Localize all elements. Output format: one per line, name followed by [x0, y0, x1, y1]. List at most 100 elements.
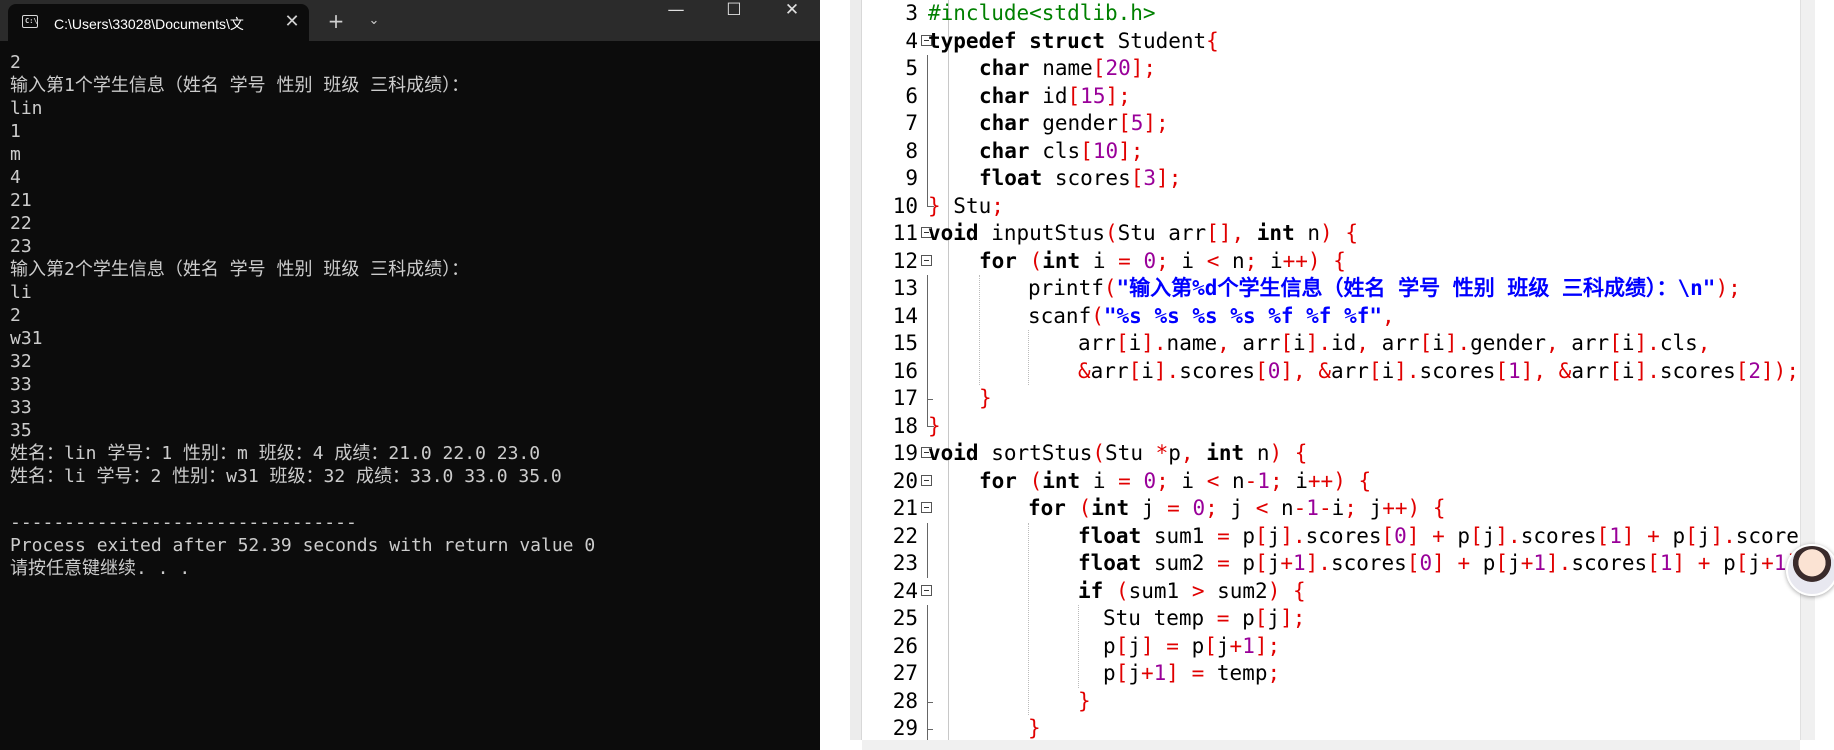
code-token: & [1558, 358, 1572, 383]
code-token: } [1028, 716, 1041, 740]
fold-collapse-icon[interactable] [921, 474, 932, 486]
code-token: float [1078, 551, 1142, 575]
code-area[interactable]: 3 #include<stdlib.h> 4 typedef struct Stude… [820, 0, 1812, 743]
code-line[interactable]: 28} [820, 687, 1800, 715]
code-line[interactable]: 12 for (int i = 0; i < n; i++) { [820, 248, 1800, 276]
code-line[interactable]: 15 arr[i].name, arr[i].id, arr[i].gender,… [820, 330, 1800, 358]
line-number: 4 [905, 28, 918, 53]
code-line[interactable]: 23 float sum2 = p[j+1].scores[0] + p[j+1]… [820, 550, 1800, 578]
code-token: "%s %s %s %s %f %f %f" [1103, 303, 1383, 328]
code-text: } Stu; [928, 193, 1004, 221]
terminal-titlebar[interactable]: C:\ C:\Users\33028\Documents\文 ✕ + ⌄ — ☐… [0, 0, 820, 41]
code-token: = [1167, 496, 1180, 520]
code-token: gender [1470, 331, 1546, 355]
code-text: if (sum1 > sum2) { [1078, 578, 1306, 606]
code-token: ]; [1156, 166, 1182, 190]
code-token: [ [1495, 551, 1509, 575]
code-text: char gender[5]; [979, 110, 1169, 138]
code-line[interactable]: 18} [820, 412, 1800, 441]
code-line[interactable]: 13 printf("输入第%d个学生信息（姓名 学号 性别 班级 三科成绩）：\… [820, 275, 1800, 303]
fold-collapse-icon[interactable] [921, 502, 932, 513]
code-line[interactable]: 21 for (int j = 0; j < n-1-i; j++) { [820, 495, 1800, 523]
code-line[interactable]: 5 char name[20]; [820, 55, 1800, 83]
code-line[interactable]: 24 if (sum1 > sum2) { [820, 578, 1800, 606]
terminal-tab[interactable]: C:\ C:\Users\33028\Documents\文 ✕ [8, 4, 309, 41]
code-text: printf("输入第%d个学生信息（姓名 学号 性别 班级 三科成绩）：\n"… [1028, 275, 1741, 303]
code-line[interactable]: 17} [820, 385, 1800, 413]
code-token: [ [1092, 56, 1106, 80]
terminal-output-line: 33 [10, 397, 32, 418]
code-token: , [1356, 331, 1369, 355]
code-token: ]); [1761, 358, 1799, 383]
assistant-avatar[interactable] [1786, 544, 1834, 596]
code-token: 0 [1419, 551, 1433, 575]
maximize-button[interactable]: ☐ [706, 0, 762, 32]
code-token: arr [1229, 331, 1281, 355]
code-text: float scores[3]; [979, 165, 1181, 193]
code-token: [ [1470, 523, 1483, 548]
code-line[interactable]: 10} Stu; [820, 192, 1800, 221]
code-token: scores [1330, 551, 1407, 575]
code-line[interactable]: 14 scanf("%s %s %s %s %f %f %f", [820, 302, 1800, 330]
code-line[interactable]: 4 typedef struct Student{ [820, 28, 1800, 56]
code-token: ]. [1634, 358, 1660, 383]
vertical-scrollbar[interactable] [1800, 0, 1815, 740]
terminal-output-line: 1 [10, 121, 21, 142]
code-token: ; [1269, 468, 1283, 493]
code-token: cls [1029, 138, 1081, 163]
code-token: , [1180, 441, 1194, 465]
code-token: i [1331, 496, 1345, 520]
code-token: sum1 [1128, 578, 1192, 603]
code-line[interactable]: 19 void sortStus(Stu *p, int n) { [820, 440, 1800, 468]
code-text: typedef struct Student{ [928, 28, 1219, 56]
code-line[interactable]: 26 p[j] = p[j+1]; [820, 632, 1800, 660]
code-line[interactable]: 11 void inputStus(Stu arr[], int n) { [820, 220, 1800, 248]
code-token: > [1191, 578, 1205, 603]
terminal-window[interactable]: C:\ C:\Users\33028\Documents\文 ✕ + ⌄ — ☐… [0, 0, 820, 750]
new-tab-button[interactable]: + [320, 9, 352, 33]
code-token: 10 [1092, 138, 1119, 163]
code-token: 1 [1306, 496, 1319, 520]
code-token: = [1217, 523, 1230, 548]
code-token: p [1103, 633, 1116, 658]
code-token: - [1244, 468, 1258, 493]
code-line[interactable]: 29} [820, 715, 1800, 743]
line-number: 11 [892, 221, 918, 245]
code-token: ] [1672, 551, 1686, 575]
code-line[interactable]: 20 for (int i = 0; i < n-1; i++) { [820, 468, 1800, 496]
line-number: 29 [892, 716, 918, 740]
code-line[interactable]: 25 Stu temp = p[j]; [820, 605, 1800, 633]
code-token: i [1128, 331, 1142, 355]
code-line[interactable]: 27 p[j+1] = temp; [820, 660, 1800, 688]
code-token: p [1103, 661, 1116, 685]
code-token: ( [1105, 221, 1118, 245]
code-line[interactable]: 22 float sum1 = p[j].scores[0] + p[j].sco… [820, 522, 1812, 550]
line-number: 6 [905, 83, 918, 108]
code-token: ; [1244, 248, 1258, 273]
code-line[interactable]: 16 &arr[i].scores[0], &arr[i].scores[1], … [820, 357, 1800, 385]
code-editor[interactable]: 3 #include<stdlib.h> 4 typedef struct Stude… [820, 0, 1834, 750]
code-line[interactable]: 6 char id[15]; [820, 82, 1800, 110]
chevron-down-icon[interactable]: ⌄ [362, 9, 386, 33]
code-text: #include<stdlib.h> [928, 0, 1156, 28]
minimize-button[interactable]: — [648, 0, 704, 32]
code-line[interactable]: 7 char gender[5]; [820, 110, 1800, 138]
terminal-output[interactable]: 2 输入第1个学生信息（姓名 学号 性别 班级 三科成绩）： lin 1 m 4… [10, 51, 595, 580]
window-close-button[interactable]: ✕ [764, 0, 820, 32]
code-token: j [1697, 523, 1711, 548]
terminal-output-line: Process exited after 52.39 seconds with … [10, 535, 596, 556]
code-token: sum2 [1141, 551, 1218, 575]
fold-collapse-icon[interactable] [921, 584, 932, 596]
fold-guide [927, 137, 928, 165]
code-text: p[j+1] = temp; [1103, 660, 1280, 688]
code-line[interactable]: 9 float scores[3]; [820, 165, 1800, 193]
code-line[interactable]: 3 #include<stdlib.h> [820, 0, 1800, 28]
code-line[interactable]: 8 char cls[10]; [820, 137, 1800, 165]
fold-collapse-icon[interactable] [921, 254, 932, 266]
code-text: float sum1 = p[j].scores[0] + p[j].score… [1078, 523, 1812, 551]
code-token: int [1256, 221, 1295, 245]
horizontal-scrollbar[interactable] [862, 740, 1800, 750]
close-tab-icon[interactable]: ✕ [280, 10, 304, 34]
